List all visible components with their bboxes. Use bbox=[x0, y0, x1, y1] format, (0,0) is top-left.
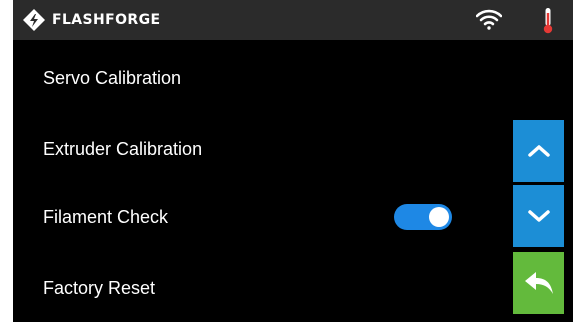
thermometer-icon[interactable] bbox=[542, 7, 554, 34]
menu-item-filament-check: Filament Check bbox=[43, 207, 169, 227]
back-button[interactable] bbox=[513, 252, 564, 314]
back-arrow-icon bbox=[524, 272, 553, 294]
filament-check-toggle[interactable] bbox=[394, 204, 452, 230]
menu-item-factory-reset[interactable]: Factory Reset bbox=[43, 276, 155, 300]
chevron-down-icon bbox=[527, 210, 550, 222]
menu-item-extruder-calibration[interactable]: Extruder Calibration bbox=[43, 137, 202, 161]
status-bar: FLASHFORGE bbox=[13, 0, 573, 40]
scroll-down-button[interactable] bbox=[513, 185, 564, 247]
printer-screen: FLASHFORGE Servo Calibration Extruder Ca… bbox=[13, 0, 573, 322]
brand-name: FLASHFORGE bbox=[52, 12, 161, 28]
chevron-up-icon bbox=[527, 145, 550, 157]
scroll-up-button[interactable] bbox=[513, 120, 564, 182]
toggle-knob bbox=[429, 207, 449, 227]
wifi-icon[interactable] bbox=[476, 8, 502, 30]
menu-item-servo-calibration[interactable]: Servo Calibration bbox=[43, 66, 181, 90]
brand: FLASHFORGE bbox=[23, 9, 160, 31]
flashforge-logo-icon bbox=[23, 9, 45, 31]
